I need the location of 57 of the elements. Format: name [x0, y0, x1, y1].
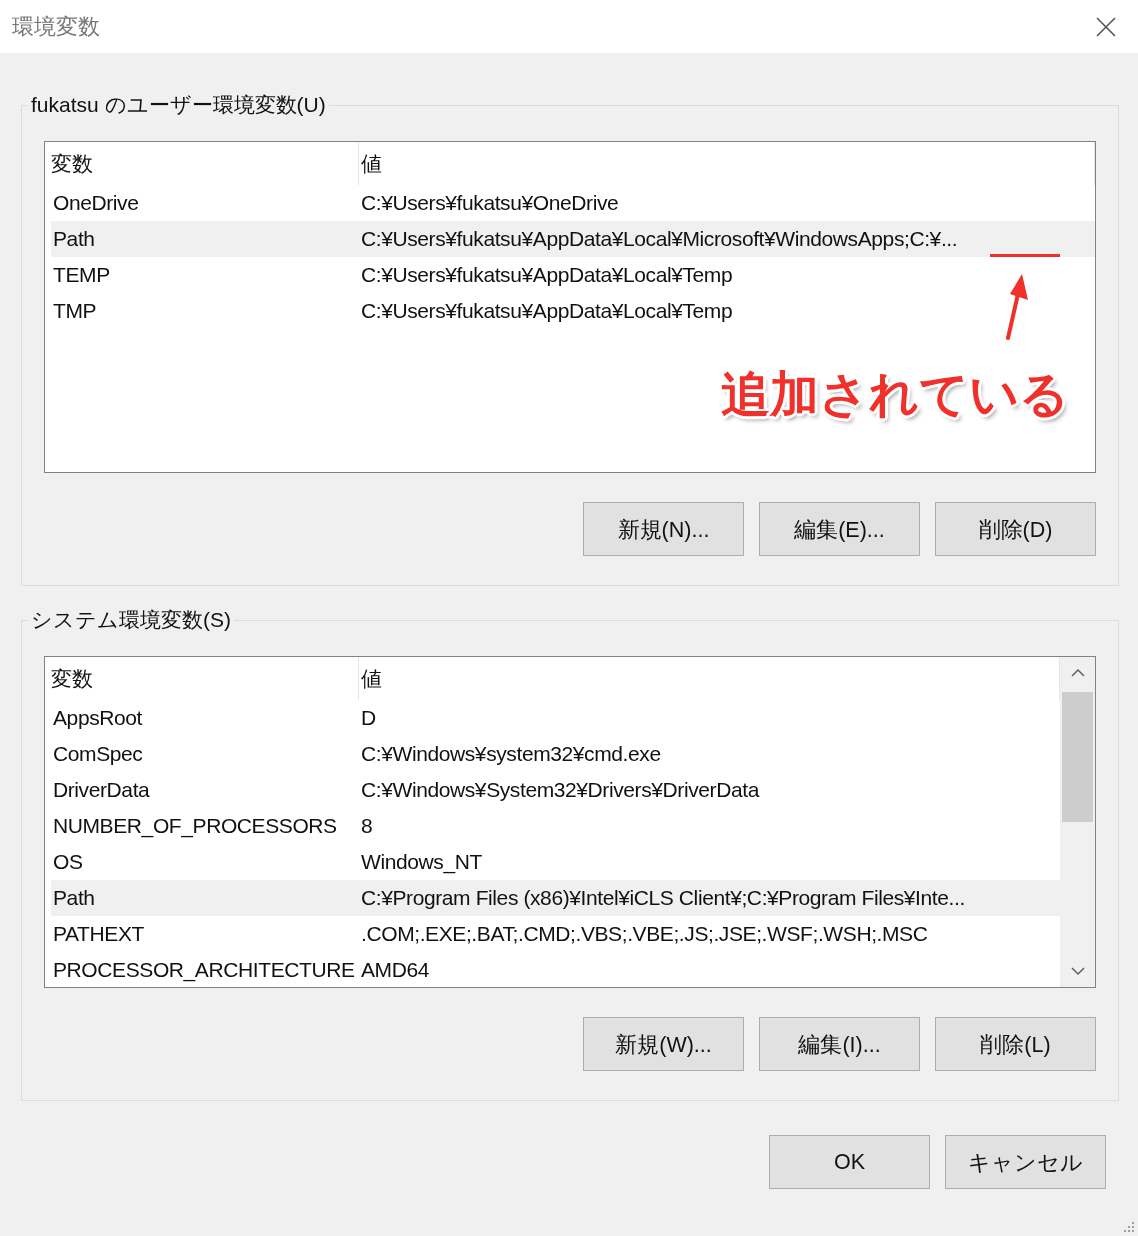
- column-header[interactable]: 値: [359, 142, 1095, 185]
- list-row[interactable]: PATHEXT .COM;.EXE;.BAT;.CMD;.VBS;.VBE;.JS;.JSE;.WSF;.WSH;.MSC: [51, 916, 1060, 952]
- group-label: システム環境変数(S): [28, 606, 234, 634]
- dialog-button[interactable]: 削除(L): [935, 1017, 1096, 1071]
- variable-name: TMP: [52, 299, 98, 323]
- list-row[interactable]: ComSpec C:¥Windows¥system32¥cmd.exe: [51, 736, 1060, 772]
- dialog-button[interactable]: 新規(N)...: [583, 502, 744, 556]
- scrollbar[interactable]: [1060, 657, 1095, 987]
- list-row[interactable]: Path C:¥Users¥fukatsu¥AppData¥Local¥Microsoft¥WindowsApps;C:¥...: [51, 221, 1095, 257]
- dialog-button[interactable]: OK: [769, 1135, 930, 1189]
- list-row[interactable]: OS Windows_NT: [51, 844, 1060, 880]
- variable-name: AppsRoot: [52, 706, 144, 730]
- variable-name: OS: [52, 850, 84, 874]
- variable-value: C:¥Users¥fukatsu¥OneDrive: [360, 191, 620, 215]
- dialog-button[interactable]: 編集(I)...: [759, 1017, 920, 1071]
- variable-value: Windows_NT: [360, 850, 483, 874]
- column-header[interactable]: 変数: [49, 657, 359, 700]
- variable-value: C:¥Users¥fukatsu¥AppData¥Local¥Microsoft¥WindowsApps;C:¥...: [360, 227, 959, 251]
- underline-mark: [990, 254, 1060, 257]
- dialog-button[interactable]: 編集(E)...: [759, 502, 920, 556]
- dialog-button[interactable]: キャンセル: [945, 1135, 1106, 1189]
- variable-value: C:¥Users¥fukatsu¥AppData¥Local¥Temp: [360, 263, 734, 287]
- variable-value: C:¥Users¥fukatsu¥AppData¥Local¥Temp: [360, 299, 734, 323]
- variable-value: D: [360, 706, 377, 730]
- variable-name: ComSpec: [52, 742, 144, 766]
- scroll-down-icon: [1068, 965, 1087, 977]
- list-row[interactable]: NUMBER_OF_PROCESSORS 8: [51, 808, 1060, 844]
- variable-name: TEMP: [52, 263, 111, 287]
- column-header[interactable]: 変数: [49, 142, 359, 185]
- list-row[interactable]: TMP C:¥Users¥fukatsu¥AppData¥Local¥Temp: [51, 293, 1095, 329]
- variable-name: Path: [52, 886, 96, 910]
- variable-value: AMD64: [360, 958, 431, 982]
- variable-value: .COM;.EXE;.BAT;.CMD;.VBS;.VBE;.JS;.JSE;.WSF;.WSH;.MSC: [360, 922, 929, 946]
- variable-value: C:¥Windows¥system32¥cmd.exe: [360, 742, 662, 766]
- variable-name: OneDrive: [52, 191, 140, 215]
- list-row[interactable]: DriverData C:¥Windows¥System32¥Drivers¥DriverData: [51, 772, 1060, 808]
- variable-value: C:¥Program Files (x86)¥Intel¥iCLS Client¥;C:¥Program Files¥Inte...: [360, 886, 966, 910]
- dialog-button[interactable]: 削除(D): [935, 502, 1096, 556]
- variable-value: 8: [360, 814, 374, 838]
- variable-name: PROCESSOR_ARCHITECTURE: [52, 958, 356, 982]
- list-row[interactable]: OneDrive C:¥Users¥fukatsu¥OneDrive: [51, 185, 1095, 221]
- list-row[interactable]: AppsRoot D: [51, 700, 1060, 736]
- annotation-text: 追加されている: [721, 366, 1069, 423]
- list-row[interactable]: TEMP C:¥Users¥fukatsu¥AppData¥Local¥Temp: [51, 257, 1095, 293]
- list-row[interactable]: PROCESSOR_ARCHITECTURE AMD64: [51, 952, 1060, 988]
- variable-value: C:¥Windows¥System32¥Drivers¥DriverData: [360, 778, 761, 802]
- scroll-thumb[interactable]: [1062, 692, 1093, 822]
- list-row[interactable]: Path C:¥Program Files (x86)¥Intel¥iCLS Client¥;C:¥Program Files¥Inte...: [51, 880, 1060, 916]
- variable-name: Path: [52, 227, 96, 251]
- dialog-button[interactable]: 新規(W)...: [583, 1017, 744, 1071]
- variable-name: NUMBER_OF_PROCESSORS: [52, 814, 338, 838]
- group-label: fukatsu のユーザー環境変数(U): [28, 91, 329, 119]
- arrow-mark: [1006, 274, 1028, 340]
- close-icon: [1095, 15, 1117, 38]
- window-title: 環境変数: [12, 12, 100, 41]
- variable-name: DriverData: [52, 778, 151, 802]
- variable-name: PATHEXT: [52, 922, 145, 946]
